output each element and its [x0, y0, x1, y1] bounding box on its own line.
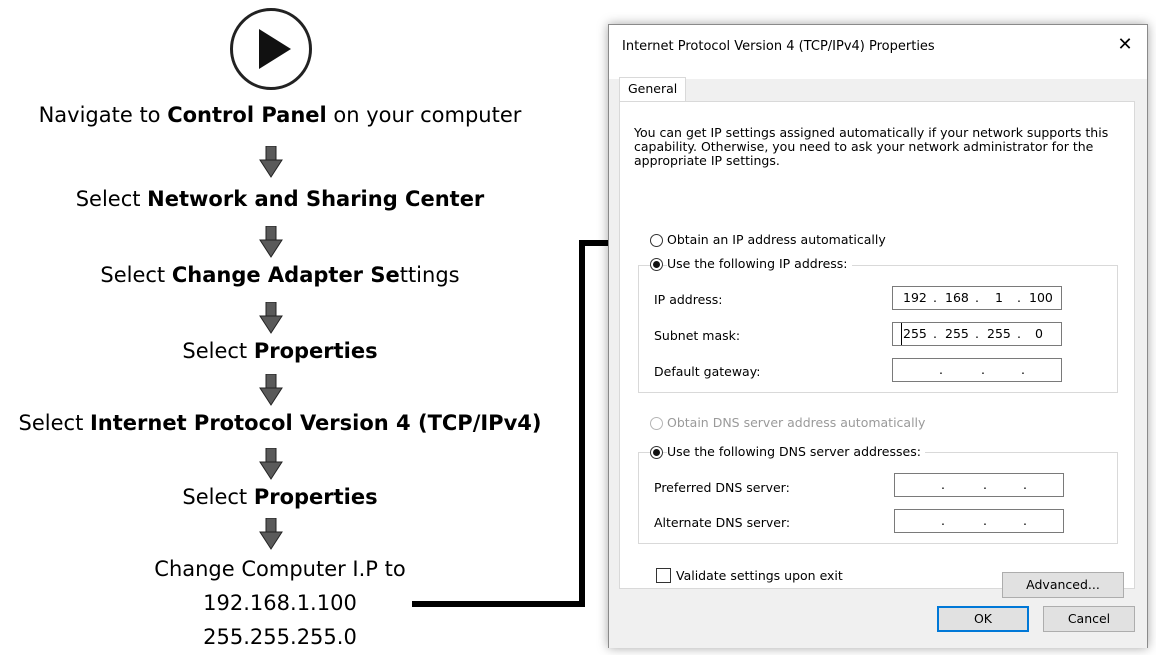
down-arrow-icon — [259, 448, 283, 480]
alternate-dns-field[interactable]: ... — [894, 509, 1064, 533]
dns-auto-label: Obtain DNS server address automatically — [667, 415, 926, 430]
ok-button[interactable]: OK — [937, 606, 1029, 632]
play-icon[interactable] — [230, 8, 312, 90]
validate-checkbox[interactable] — [656, 568, 671, 583]
close-icon[interactable]: ✕ — [1113, 33, 1137, 57]
ip-octet-3: 1 — [995, 290, 1003, 305]
step-3: Select Change Adapter Settings — [100, 263, 460, 287]
dns-manual-label: Use the following DNS server addresses: — [667, 444, 925, 459]
down-arrow-icon — [259, 226, 283, 258]
down-arrow-icon — [259, 518, 283, 550]
subnet-octet-1: 255 — [901, 323, 927, 345]
subnet-mask-label: Subnet mask: — [654, 328, 741, 343]
dns-manual-radio[interactable] — [650, 446, 663, 459]
default-gateway-label: Default gateway: — [654, 364, 761, 379]
dns-auto-radio[interactable] — [650, 417, 663, 430]
instruction-steps: Navigate to Control Panel on your comput… — [0, 0, 560, 655]
alternate-dns-label: Alternate DNS server: — [654, 515, 791, 530]
subnet-octet-2: 255 — [945, 326, 969, 341]
dialog-title: Internet Protocol Version 4 (TCP/IPv4) P… — [622, 39, 935, 54]
ip-octet-1: 192 — [903, 290, 927, 305]
ip-manual-label: Use the following IP address: — [667, 256, 852, 271]
final-step-ip: 192.168.1.100 — [203, 591, 357, 615]
advanced-button[interactable]: Advanced... — [1002, 572, 1124, 598]
subnet-mask-field[interactable]: 255 . 255 . 255 . 0 — [892, 322, 1062, 346]
ip-address-field[interactable]: 192 . 168 . 1 . 100 — [892, 286, 1062, 310]
ip-manual-radio[interactable] — [650, 258, 663, 271]
step-1: Navigate to Control Panel on your comput… — [38, 103, 522, 127]
ipv4-properties-dialog: Internet Protocol Version 4 (TCP/IPv4) P… — [608, 24, 1148, 648]
ip-auto-radio[interactable] — [650, 234, 663, 247]
preferred-dns-label: Preferred DNS server: — [654, 480, 790, 495]
ip-address-label: IP address: — [654, 292, 723, 307]
step-6: Select Properties — [182, 485, 378, 509]
down-arrow-icon — [259, 146, 283, 178]
general-panel: You can get IP settings assigned automat… — [619, 101, 1135, 598]
subnet-octet-4: 0 — [1035, 326, 1043, 341]
final-step-line-1: Change Computer I.P to — [154, 557, 406, 581]
down-arrow-icon — [259, 374, 283, 406]
cancel-button[interactable]: Cancel — [1043, 606, 1135, 632]
final-step-subnet: 255.255.255.0 — [203, 625, 357, 649]
down-arrow-icon — [259, 302, 283, 334]
step-5: Select Internet Protocol Version 4 (TCP/… — [18, 411, 542, 435]
ip-octet-2: 168 — [945, 290, 969, 305]
description-text: You can get IP settings assigned automat… — [634, 125, 1109, 168]
tab-general[interactable]: General — [619, 77, 687, 101]
dialog-body: General You can get IP settings assigned… — [609, 77, 1147, 648]
step-2: Select Network and Sharing Center — [75, 187, 485, 211]
subnet-octet-3: 255 — [987, 326, 1011, 341]
ip-auto-label: Obtain an IP address automatically — [667, 232, 886, 247]
ip-octet-4: 100 — [1029, 290, 1053, 305]
default-gateway-field[interactable]: ... — [892, 358, 1062, 382]
validate-label: Validate settings upon exit — [676, 568, 843, 583]
step-4: Select Properties — [182, 339, 378, 363]
preferred-dns-field[interactable]: ... — [894, 473, 1064, 497]
